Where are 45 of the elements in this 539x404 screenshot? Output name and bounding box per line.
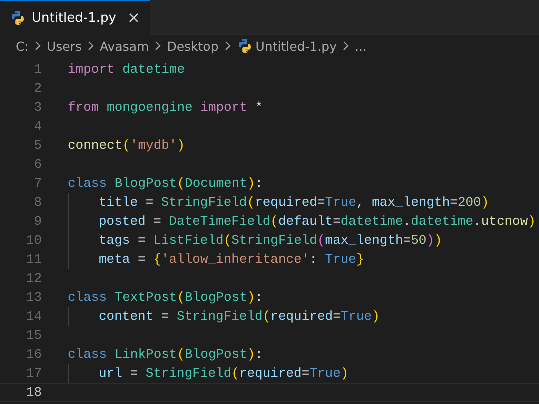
close-icon[interactable] (128, 12, 140, 24)
line-number: 17 (25, 365, 42, 383)
code-line: import datetime (68, 61, 186, 79)
line-number: 16 (25, 346, 42, 364)
line-number: 11 (25, 251, 42, 269)
line-number: 6 (33, 156, 42, 174)
breadcrumb-item[interactable]: Untitled-1.py (256, 38, 337, 54)
code-line: class BlogPost(Document): (68, 175, 264, 193)
line-number: 8 (33, 194, 42, 212)
line-number: 10 (25, 232, 42, 250)
line-number: 5 (33, 137, 42, 155)
line-number: 2 (33, 80, 42, 98)
line-number: 12 (25, 270, 42, 288)
chevron-right-icon (86, 40, 95, 52)
code-line: class TextPost(BlogPost): (68, 289, 264, 307)
code-line: posted = DateTimeField(default=datetime.datetime.utcnow) (99, 213, 536, 231)
chevron-right-icon (342, 40, 350, 52)
python-file-icon (10, 10, 26, 26)
python-file-icon (236, 38, 253, 54)
code-line: meta = {'allow_inheritance': True} (99, 251, 364, 269)
editor-tab[interactable]: Untitled-1.py (0, 0, 150, 35)
breadcrumb-item[interactable]: C: (16, 38, 29, 54)
line-number: 1 (33, 61, 42, 79)
breadcrumb-item[interactable]: Users (46, 38, 82, 54)
chevron-right-icon (154, 40, 162, 52)
code-line: from mongoengine import * (68, 99, 264, 117)
chevron-right-icon (224, 40, 232, 52)
code-line: content = StringField(required=True) (99, 308, 380, 326)
code-line: class LinkPost(BlogPost): (68, 346, 264, 364)
breadcrumb-item[interactable]: ... (354, 38, 367, 54)
line-number: 15 (25, 327, 42, 345)
line-number: 14 (25, 308, 42, 326)
chevron-right-icon (34, 40, 42, 52)
breadcrumb-item[interactable]: Avasam (100, 38, 150, 54)
code-line: url = StringField(required=True) (99, 365, 349, 383)
line-number: 18 (25, 384, 42, 402)
line-number: 7 (33, 175, 42, 193)
code-line: tags = ListField(StringField(max_length=50)) (99, 232, 442, 250)
code-line: connect('mydb') (68, 137, 186, 155)
line-number: 9 (33, 213, 42, 231)
breadcrumb-item[interactable]: Desktop (167, 38, 219, 54)
line-number: 3 (33, 99, 42, 117)
line-number: 4 (33, 118, 42, 136)
line-number: 13 (25, 289, 42, 307)
code-line: title = StringField(required=True, max_length=200) (99, 194, 490, 212)
